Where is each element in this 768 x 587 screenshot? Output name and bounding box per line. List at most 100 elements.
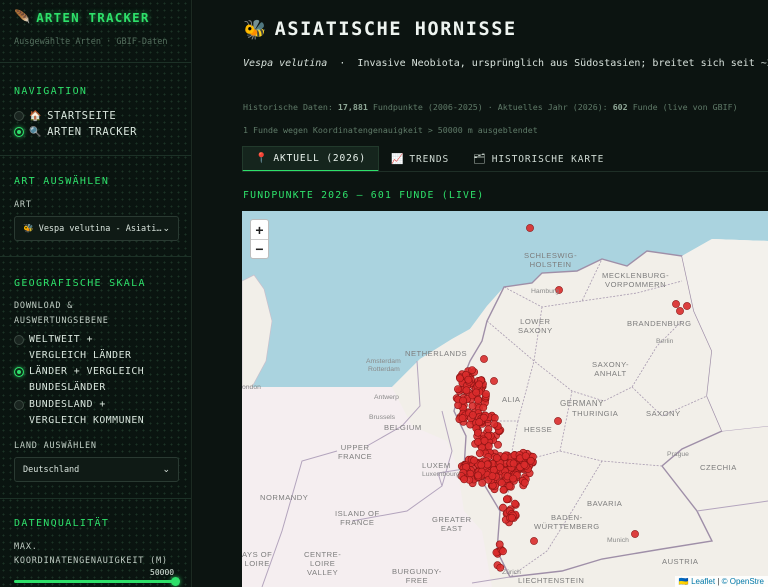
bee-icon: 🐝 xyxy=(243,19,267,41)
occurrence-point[interactable] xyxy=(475,449,484,458)
occurrence-point[interactable] xyxy=(474,437,482,446)
divider xyxy=(0,256,191,257)
scale-heading: GEOGRAFISCHE SKALA xyxy=(14,278,146,289)
map-label-centre: CENTRE- LOIRE VALLEY xyxy=(304,550,342,577)
map-label-munich: Munich xyxy=(607,537,629,544)
occurrence-map[interactable]: + − SCHLESWIG- HOLSTEIN MECKLENBURG- VORPO… xyxy=(242,211,768,587)
occurrence-point[interactable] xyxy=(492,453,501,462)
osm-link[interactable]: © OpenStre xyxy=(722,577,764,586)
occurrence-point[interactable] xyxy=(484,442,493,451)
scientific-name: Vespa velutina xyxy=(243,58,328,69)
occurrence-point[interactable] xyxy=(468,410,477,419)
occurrence-point[interactable] xyxy=(458,414,467,422)
quality-field-label-2: KOORDINATENGENAUIGKEIT (M) xyxy=(14,556,168,566)
map-label-berlin: Berlin xyxy=(656,338,674,345)
occurrence-point[interactable] xyxy=(497,478,506,487)
occurrence-point[interactable] xyxy=(475,418,484,426)
occurrence-point[interactable] xyxy=(676,307,684,315)
occurrence-point[interactable] xyxy=(479,403,488,412)
occurrence-point[interactable] xyxy=(474,471,482,480)
occurrence-point[interactable] xyxy=(526,456,535,465)
occurrence-point[interactable] xyxy=(509,459,518,468)
map-label-belgium: BELGIUM xyxy=(384,423,422,432)
occurrence-point[interactable] xyxy=(473,428,482,437)
occurrence-point[interactable] xyxy=(495,540,504,549)
slider-value: 50000 xyxy=(150,568,175,577)
radio-startseite[interactable] xyxy=(14,111,24,121)
occurrence-point[interactable] xyxy=(683,302,691,310)
occurrence-point[interactable] xyxy=(455,374,464,383)
nav-heading: NAVIGATION xyxy=(14,86,88,97)
occurrence-point[interactable] xyxy=(480,355,488,363)
occurrence-point[interactable] xyxy=(475,380,483,389)
species-select[interactable]: 🐝 Vespa velutina - Asiatische Hornisse ⌄ xyxy=(14,216,179,241)
occurrence-point[interactable] xyxy=(499,547,507,556)
occurrence-point[interactable] xyxy=(496,463,504,472)
occurrence-point[interactable] xyxy=(520,460,529,469)
map-label-antwerp: Antwerp xyxy=(374,394,399,401)
occurrence-point[interactable] xyxy=(462,386,471,395)
nav-label-startseite: STARTSEITE xyxy=(47,110,117,122)
divider xyxy=(0,498,191,499)
leaflet-link[interactable]: Leaflet xyxy=(691,577,715,586)
meta-middle: Fundpunkte (2006-2025) · Aktuelles Jahr … xyxy=(372,102,608,112)
occurrence-point[interactable] xyxy=(502,495,511,504)
occurrence-point[interactable] xyxy=(488,472,497,480)
scale-option-weltweit[interactable]: WELTWEIT + VERGLEICH LÄNDER xyxy=(14,332,131,364)
scale-option-laender[interactable]: LÄNDER + VERGLEICH BUNDESLÄNDER xyxy=(14,364,144,396)
occurrence-point[interactable] xyxy=(468,366,476,374)
map-label-loire: AYS OF LOIRE xyxy=(242,550,273,568)
occurrence-point[interactable] xyxy=(631,530,639,538)
occurrence-point[interactable] xyxy=(468,401,477,410)
scale-option-label: BUNDESLÄNDER xyxy=(29,382,106,393)
country-select[interactable]: Deutschland ⌄ xyxy=(14,457,179,482)
tab-historische-karte[interactable]: 🗂 HISTORISCHE KARTE xyxy=(461,146,616,172)
map-label-hamburg: Hamburg xyxy=(531,288,559,295)
occurrence-point[interactable] xyxy=(464,375,473,384)
nav-item-startseite[interactable]: 🏠 STARTSEITE xyxy=(14,110,116,122)
scale-option-label: WELTWEIT + xyxy=(29,334,93,345)
occurrence-point[interactable] xyxy=(520,478,529,487)
species-title: ASIATISCHE HORNISSE xyxy=(274,19,517,40)
occurrence-point[interactable] xyxy=(500,453,509,461)
occurrence-point[interactable] xyxy=(507,513,516,522)
occurrence-point[interactable] xyxy=(460,475,468,484)
occurrence-point[interactable] xyxy=(509,474,517,483)
zoom-in-button[interactable]: + xyxy=(251,220,268,239)
occurrence-point[interactable] xyxy=(530,537,538,545)
chart-icon: 📈 xyxy=(391,153,405,165)
scale-option-bundesland[interactable]: BUNDESLAND + VERGLEICH KOMMUNEN xyxy=(14,397,144,429)
occurrence-point[interactable] xyxy=(505,482,514,490)
accuracy-slider-handle[interactable] xyxy=(171,577,180,586)
occurrence-point[interactable] xyxy=(672,300,680,308)
tab-underline xyxy=(242,171,768,172)
scale-option-label: VERGLEICH LÄNDER xyxy=(29,350,132,361)
occurrence-point[interactable] xyxy=(459,396,467,405)
occurrence-point[interactable] xyxy=(470,456,478,465)
sidebar: 🪶 ARTEN TRACKER Ausgewählte Arten · GBIF… xyxy=(0,0,192,587)
accuracy-slider-track[interactable] xyxy=(14,580,176,583)
occurrence-point[interactable] xyxy=(472,388,481,397)
tab-aktuell[interactable]: 📍 AKTUELL (2026) xyxy=(242,146,380,172)
occurrence-point[interactable] xyxy=(490,377,498,385)
occurrence-point[interactable] xyxy=(482,390,490,398)
map-label-greater-east: GREATER EAST xyxy=(432,515,472,533)
nav-item-arten-tracker[interactable]: 🔍 ARTEN TRACKER xyxy=(14,126,137,138)
radio-laender[interactable] xyxy=(14,367,24,377)
occurrence-point[interactable] xyxy=(490,420,499,428)
map-label-nrw: ALIA xyxy=(502,395,521,404)
map-label-upper-france: UPPER FRANCE xyxy=(338,443,373,461)
map-label-saxony: SAXONY xyxy=(646,409,681,418)
scale-option-label: BUNDESLAND + xyxy=(29,399,106,410)
occurrence-point[interactable] xyxy=(477,460,486,469)
occurrence-point[interactable] xyxy=(453,385,462,393)
radio-weltweit[interactable] xyxy=(14,335,24,345)
occurrence-point[interactable] xyxy=(484,425,493,434)
radio-bundesland[interactable] xyxy=(14,400,24,410)
radio-arten-tracker[interactable] xyxy=(14,127,24,137)
tab-trends[interactable]: 📈 TRENDS xyxy=(379,146,461,172)
occurrence-point[interactable] xyxy=(526,224,534,232)
zoom-out-button[interactable]: − xyxy=(251,239,268,258)
occurrence-point[interactable] xyxy=(511,499,519,508)
occurrence-point[interactable] xyxy=(554,417,562,425)
